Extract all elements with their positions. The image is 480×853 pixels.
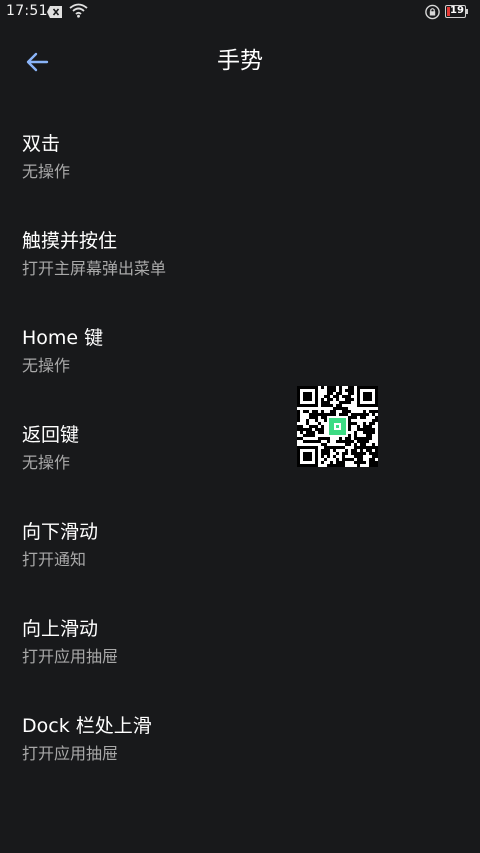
gesture-item-double-tap[interactable]: 双击 无操作 <box>0 113 480 210</box>
gesture-item-value: 打开应用抽屉 <box>22 744 119 763</box>
battery-icon: 19 <box>445 5 469 19</box>
gesture-item-value: 无操作 <box>22 453 71 472</box>
gesture-item-title: 双击 <box>22 133 61 155</box>
gesture-item-title: 触摸并按住 <box>22 230 118 252</box>
gesture-item-value: 打开通知 <box>22 550 87 569</box>
gesture-item-swipe-up[interactable]: 向上滑动 打开应用抽屉 <box>0 598 480 695</box>
qr-code-watermark <box>297 386 378 467</box>
gesture-item-value: 无操作 <box>22 162 71 181</box>
gesture-item-home-key[interactable]: Home 键 无操作 <box>0 307 480 404</box>
gesture-item-back-key[interactable]: 返回键 无操作 <box>0 404 480 501</box>
gesture-item-value: 打开应用抽屉 <box>22 647 119 666</box>
gesture-item-value: 无操作 <box>22 356 71 375</box>
gesture-item-value: 打开主屏幕弹出菜单 <box>22 259 167 278</box>
gesture-item-title: Home 键 <box>22 327 104 349</box>
gesture-item-touch-and-hold[interactable]: 触摸并按住 打开主屏幕弹出菜单 <box>0 210 480 307</box>
status-time: 17:51 <box>6 3 48 19</box>
page-title: 手势 <box>217 48 263 74</box>
status-bar: 17:51 19 <box>0 0 480 26</box>
gesture-settings-screen: 17:51 19 手势 双击 无操作 触摸并按住 打开主屏幕弹出菜单 Home … <box>0 0 480 853</box>
lock-icon <box>425 4 440 20</box>
gesture-item-dock-swipe-up[interactable]: Dock 栏处上滑 打开应用抽屉 <box>0 695 480 792</box>
wifi-icon <box>69 3 88 18</box>
gesture-item-title: 返回键 <box>22 424 80 446</box>
battery-tip <box>466 9 468 14</box>
battery-level: 19 <box>450 5 464 16</box>
notification-x-icon <box>47 6 62 18</box>
gesture-item-title: 向上滑动 <box>22 618 99 640</box>
gesture-item-title: 向下滑动 <box>22 521 99 543</box>
gesture-item-swipe-down[interactable]: 向下滑动 打开通知 <box>0 501 480 598</box>
gesture-item-title: Dock 栏处上滑 <box>22 715 152 737</box>
